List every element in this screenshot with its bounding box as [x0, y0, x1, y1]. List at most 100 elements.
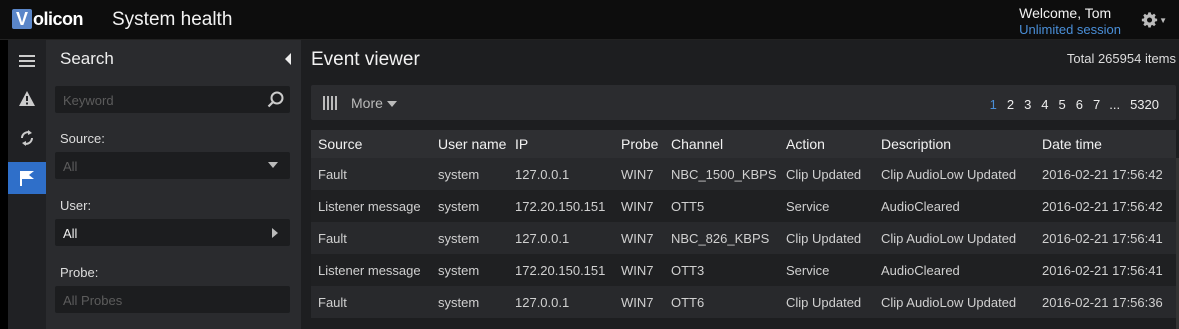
chevron-right-icon: [272, 228, 278, 238]
table-row[interactable]: Fault system 127.0.0.1 WIN7 NBC_1500_KBPS Cli…: [311, 158, 1176, 190]
table-cell: 2016-02-21 17:56:42: [1042, 167, 1163, 182]
search-panel: Search Keyword Source: All User: All Pro…: [46, 40, 301, 329]
welcome-text: Welcome, Tom: [1019, 5, 1112, 21]
table-cell: NBC_826_KBPS: [671, 231, 770, 246]
table-cell: AudioCleared: [881, 263, 960, 278]
column-header[interactable]: Action: [786, 136, 825, 152]
table-cell: 127.0.0.1: [515, 231, 570, 246]
table-cell: Clip AudioLow Updated: [881, 231, 1017, 246]
keyword-input[interactable]: Keyword: [55, 86, 290, 113]
column-header[interactable]: Description: [881, 136, 951, 152]
column-header[interactable]: IP: [515, 136, 528, 152]
source-value: All: [63, 159, 78, 174]
more-button[interactable]: More: [351, 95, 397, 111]
column-header[interactable]: Date time: [1042, 136, 1102, 152]
icon-rail: [0, 40, 46, 329]
table-cell: system: [438, 199, 480, 214]
top-bar: V olicon System health Welcome, Tom Unli…: [0, 0, 1179, 40]
table-cell: Service: [786, 199, 830, 214]
column-header[interactable]: User name: [438, 136, 506, 152]
probe-label: Probe:: [60, 265, 99, 280]
table-row[interactable]: Fault system 127.0.0.1 WIN7 OTT6 Clip Updated…: [311, 286, 1176, 318]
page-link[interactable]: 6: [1076, 97, 1083, 112]
table-cell: Clip Updated: [786, 167, 862, 182]
alarm-icon: [19, 90, 35, 106]
collapse-panel-icon[interactable]: [285, 53, 291, 65]
table-cell: system: [438, 295, 480, 310]
refresh-icon: [21, 130, 33, 146]
search-icon[interactable]: [267, 91, 284, 108]
rail-refresh[interactable]: [8, 122, 46, 154]
table-cell: 2016-02-21 17:56:41: [1042, 263, 1163, 278]
table-cell: 2016-02-21 17:56:36: [1042, 295, 1163, 310]
logo-text: olicon: [33, 8, 84, 29]
flag-icon: [20, 171, 34, 186]
source-label: Source:: [60, 131, 105, 146]
table-cell: Clip Updated: [786, 295, 862, 310]
column-header[interactable]: Source: [318, 136, 362, 152]
table-cell: Clip Updated: [786, 231, 862, 246]
page-link[interactable]: 3: [1024, 97, 1031, 112]
volicon-logo[interactable]: V olicon: [12, 8, 84, 30]
logo-initial: V: [12, 9, 32, 29]
table-cell: Listener message: [318, 263, 421, 278]
table-cell: Fault: [318, 295, 347, 310]
rail-events[interactable]: [8, 162, 46, 194]
pagination: 1 2 3 4 5 6 7... 5320: [980, 97, 1159, 112]
probe-value: All Probes: [63, 293, 123, 308]
search-panel-title: Search: [60, 49, 114, 68]
table-cell: Clip AudioLow Updated: [881, 295, 1017, 310]
page-link[interactable]: 1: [990, 97, 997, 112]
table-cell: OTT3: [671, 263, 705, 278]
table-cell: 127.0.0.1: [515, 295, 570, 310]
event-viewer: Event viewer Total 265954 items More 123…: [301, 40, 1179, 329]
settings-menu-button[interactable]: ▼: [1141, 10, 1167, 30]
table-row[interactable]: Listener message system 172.20.150.151 WIN7…: [311, 190, 1176, 222]
table-cell: WIN7: [621, 231, 654, 246]
session-link[interactable]: Unlimited session: [1019, 22, 1121, 37]
page-link[interactable]: 5: [1059, 97, 1066, 112]
chevron-down-icon: ▼: [1159, 15, 1167, 25]
page-link[interactable]: 5320: [1130, 97, 1159, 112]
events-table: Source User name IP Probe Channel Action Descr…: [311, 130, 1176, 318]
user-label: User:: [60, 198, 92, 213]
page-link[interactable]: 2: [1007, 97, 1014, 112]
chevron-down-icon: [386, 101, 397, 108]
table-cell: 172.20.150.151: [515, 263, 606, 278]
page-link[interactable]: 7: [1093, 97, 1100, 112]
total-count: Total 265954 items: [1066, 51, 1176, 66]
table-cell: Fault: [318, 231, 347, 246]
probe-select[interactable]: All Probes: [55, 286, 290, 313]
more-label: More: [351, 95, 383, 111]
page-ellipsis: ...: [1109, 97, 1121, 112]
table-cell: Fault: [318, 167, 347, 182]
user-info: Welcome, Tom Unlimited session: [1019, 5, 1121, 37]
chevron-down-icon: [268, 162, 278, 168]
menu-icon: [19, 55, 35, 67]
user-select[interactable]: All: [55, 219, 290, 246]
columns-icon[interactable]: [323, 96, 339, 110]
app-title: System health: [112, 9, 233, 30]
table-row[interactable]: Listener message system 172.20.150.151 WIN7…: [311, 254, 1176, 286]
table-cell: system: [438, 167, 480, 182]
table-cell: AudioCleared: [881, 199, 960, 214]
column-header[interactable]: Channel: [671, 136, 723, 152]
column-header[interactable]: Probe: [621, 136, 658, 152]
table-cell: Service: [786, 263, 830, 278]
toolbar: More 1 2 3 4 5 6 7... 5320: [311, 85, 1176, 120]
source-select[interactable]: All: [55, 152, 290, 179]
table-cell: WIN7: [621, 167, 654, 182]
table-cell: WIN7: [621, 295, 654, 310]
rail-menu[interactable]: [8, 45, 46, 77]
table-cell: 127.0.0.1: [515, 167, 570, 182]
table-cell: OTT6: [671, 295, 705, 310]
table-cell: NBC_1500_KBPS: [671, 167, 777, 182]
table-cell: system: [438, 231, 480, 246]
page-link[interactable]: 4: [1041, 97, 1048, 112]
table-row[interactable]: Fault system 127.0.0.1 WIN7 NBC_826_KBPS Clip…: [311, 222, 1176, 254]
table-cell: Clip AudioLow Updated: [881, 167, 1017, 182]
rail-alarms[interactable]: [8, 82, 46, 114]
gear-icon: [1141, 12, 1158, 28]
table-cell: system: [438, 263, 480, 278]
table-cell: 2016-02-21 17:56:41: [1042, 231, 1163, 246]
